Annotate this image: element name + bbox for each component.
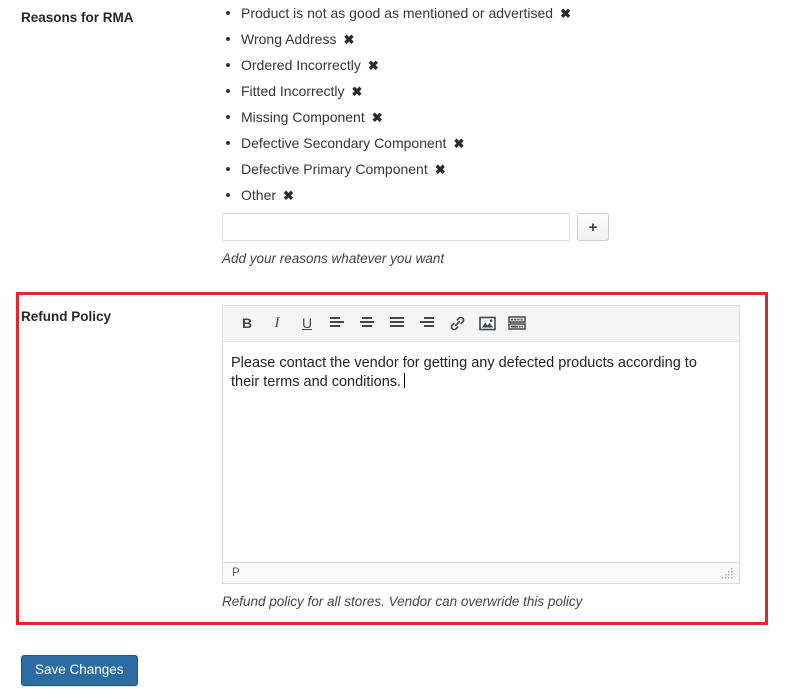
reason-label: Defective Primary Component bbox=[241, 161, 428, 177]
align-right-icon[interactable] bbox=[413, 309, 441, 337]
reason-label: Ordered Incorrectly bbox=[241, 57, 361, 73]
italic-icon[interactable]: I bbox=[263, 309, 291, 337]
align-center-icon[interactable] bbox=[353, 309, 381, 337]
keyboard-icon[interactable] bbox=[503, 309, 531, 337]
editor-toolbar: B I U bbox=[223, 305, 739, 342]
editor-status-bar: P bbox=[223, 561, 739, 583]
refund-policy-row: Refund Policy B I U Please contact the v… bbox=[0, 291, 788, 612]
reason-label: Wrong Address bbox=[241, 31, 337, 47]
reason-label: Fitted Incorrectly bbox=[241, 83, 345, 99]
refund-policy-field: B I U Please contact the vendor for gett… bbox=[222, 304, 788, 612]
remove-reason-icon[interactable]: ✖ bbox=[368, 59, 379, 72]
remove-reason-icon[interactable]: ✖ bbox=[453, 137, 464, 150]
list-item: Product is not as good as mentioned or a… bbox=[222, 5, 768, 21]
list-item: Other ✖ bbox=[222, 187, 768, 203]
remove-reason-icon[interactable]: ✖ bbox=[435, 163, 446, 176]
reason-label: Missing Component bbox=[241, 109, 365, 125]
reason-label: Defective Secondary Component bbox=[241, 135, 447, 151]
link-icon[interactable] bbox=[443, 309, 471, 337]
remove-reason-icon[interactable]: ✖ bbox=[560, 7, 571, 20]
element-path[interactable]: P bbox=[232, 567, 240, 579]
list-item: Defective Secondary Component ✖ bbox=[222, 135, 768, 151]
reasons-for-rma-label: Reasons for RMA bbox=[21, 10, 134, 25]
bold-icon[interactable]: B bbox=[233, 309, 261, 337]
add-reason-input[interactable] bbox=[222, 213, 570, 241]
reason-label: Product is not as good as mentioned or a… bbox=[241, 5, 554, 21]
reasons-for-rma-row: Reasons for RMA Product is not as good a… bbox=[0, 0, 788, 269]
remove-reason-icon[interactable]: ✖ bbox=[372, 111, 383, 124]
add-reason-bar: + bbox=[222, 213, 768, 241]
refund-policy-helper-text: Refund policy for all stores. Vendor can… bbox=[222, 593, 583, 609]
editor-content-area[interactable]: Please contact the vendor for getting an… bbox=[223, 341, 739, 562]
image-icon[interactable] bbox=[473, 309, 501, 337]
align-left-icon[interactable] bbox=[323, 309, 351, 337]
list-item: Missing Component ✖ bbox=[222, 109, 768, 125]
add-reason-button[interactable]: + bbox=[577, 213, 609, 241]
save-changes-button[interactable]: Save Changes bbox=[21, 655, 138, 687]
editor-paragraph: Please contact the vendor for getting an… bbox=[231, 354, 725, 392]
reasons-for-rma-field: Product is not as good as mentioned or a… bbox=[222, 5, 788, 269]
reasons-helper-text: Add your reasons whatever you want bbox=[222, 251, 445, 266]
editor-content-text: Please contact the vendor for getting an… bbox=[231, 354, 697, 390]
list-item: Defective Primary Component ✖ bbox=[222, 161, 768, 177]
save-row: Save Changes bbox=[21, 655, 138, 687]
refund-policy-label: Refund Policy bbox=[21, 308, 112, 324]
justify-icon[interactable] bbox=[383, 309, 411, 337]
reason-label: Other bbox=[241, 187, 277, 203]
remove-reason-icon[interactable]: ✖ bbox=[351, 85, 362, 98]
remove-reason-icon[interactable]: ✖ bbox=[343, 33, 354, 46]
rich-text-editor: B I U Please contact the vendor for gett… bbox=[222, 304, 740, 584]
reason-list: Product is not as good as mentioned or a… bbox=[222, 5, 768, 203]
list-item: Fitted Incorrectly ✖ bbox=[222, 83, 768, 99]
list-item: Ordered Incorrectly ✖ bbox=[222, 57, 768, 73]
list-item: Wrong Address ✖ bbox=[222, 31, 768, 47]
resize-handle[interactable] bbox=[721, 566, 735, 580]
underline-icon[interactable]: U bbox=[293, 309, 321, 337]
text-cursor bbox=[404, 372, 406, 388]
remove-reason-icon[interactable]: ✖ bbox=[283, 189, 294, 202]
